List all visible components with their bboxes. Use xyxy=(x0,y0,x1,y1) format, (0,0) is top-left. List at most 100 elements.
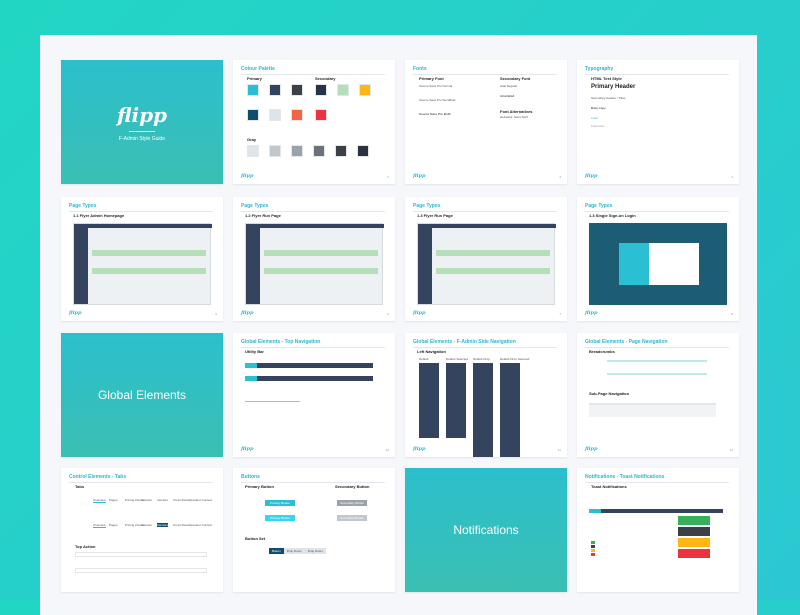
slide-title: Page Types xyxy=(69,203,213,212)
slide-title: Notifications - Toast Notifications xyxy=(585,474,729,483)
footer-logo: flipp xyxy=(585,446,598,452)
page-number: 5 xyxy=(215,312,217,316)
cover-slide[interactable]: flipp F-Admin Style Guide xyxy=(61,60,223,184)
footer-logo: flipp xyxy=(413,173,426,179)
color-swatch xyxy=(247,84,259,96)
font-sample: Arial Bold xyxy=(500,94,515,98)
primary-header-sample: Primary Header xyxy=(591,84,636,90)
tab-item[interactable]: Cross Route xyxy=(173,523,190,527)
nav-variant-label: Default Drop Selected xyxy=(500,357,530,361)
sub-page-nav-preview xyxy=(589,403,716,417)
page-screenshot xyxy=(417,223,556,305)
color-swatch xyxy=(269,109,281,121)
page-types-slide[interactable]: Page Types 1.2 Flyer Run Page flipp 6 xyxy=(233,197,395,321)
slide-title: Page Types xyxy=(585,203,729,212)
tab-item[interactable]: Variants xyxy=(141,523,152,527)
button-set-item[interactable]: Button xyxy=(269,548,284,554)
table-row-preview xyxy=(436,268,550,274)
primary-button-heading: Primary Button xyxy=(245,484,274,489)
slide-title: Colour Palette xyxy=(241,66,385,75)
secondary-button-heading: Secondary Button xyxy=(335,484,370,489)
secondary-font-heading: Secondary Font xyxy=(500,76,531,81)
subheading: HTML Text Style xyxy=(591,76,622,81)
login-screenshot xyxy=(589,223,727,305)
page-types-slide[interactable]: Page Types 1.3 Flyer Run Page flipp 7 xyxy=(405,197,567,321)
page-number: 3 xyxy=(559,175,561,179)
tab-item[interactable]: Vendors xyxy=(157,498,168,502)
table-row-preview xyxy=(92,268,206,274)
primary-button-sample[interactable]: Primary Button xyxy=(265,500,295,506)
section-title: Global Elements xyxy=(97,388,187,402)
tab-item[interactable]: Variants xyxy=(141,498,152,502)
sidebar-preview xyxy=(74,224,88,304)
buttons-slide[interactable]: Buttons Primary Button Secondary Button … xyxy=(233,468,395,592)
fonts-slide[interactable]: Fonts Primary Font Source Sans Pro Norma… xyxy=(405,60,567,184)
color-swatch xyxy=(337,84,349,96)
button-set-item[interactable]: Drop Down xyxy=(283,548,305,554)
tab-item[interactable]: Cross Route xyxy=(173,498,190,502)
toast-color-key xyxy=(591,545,595,548)
footer-logo: flipp xyxy=(413,446,426,452)
notifications-slide[interactable]: Notifications xyxy=(405,468,567,592)
cover-title: F-Admin Style Guide xyxy=(118,135,166,142)
footer-logo: flipp xyxy=(241,173,254,179)
color-swatch xyxy=(269,145,281,157)
footer-logo: flipp xyxy=(241,310,254,316)
side-nav-preview xyxy=(446,363,466,438)
font-sample: Source Sans Pro Normal xyxy=(419,84,453,88)
subheading: 1.1 Flyer Admin Homepage xyxy=(73,213,125,218)
page-number: 10 xyxy=(385,448,389,452)
utility-bar-preview xyxy=(589,509,723,513)
login-form-panel xyxy=(649,243,699,285)
page-navigation-slide[interactable]: Global Elements - Page Navigation Breadc… xyxy=(577,333,739,457)
color-swatch xyxy=(357,145,369,157)
tab-item[interactable]: Operator Content xyxy=(189,498,212,502)
color-swatch xyxy=(359,84,371,96)
table-row-preview xyxy=(264,250,378,256)
global-elements-slide[interactable]: Global Elements xyxy=(61,333,223,457)
toast-notifications-slide[interactable]: Notifications - Toast Notifications Toas… xyxy=(577,468,739,592)
slide-title: Control Elements - Tabs xyxy=(69,474,213,483)
page-screenshot xyxy=(73,223,212,305)
font-sample: Source Sans Pro SemiBold xyxy=(419,98,456,102)
nav-variant-label: Default xyxy=(419,357,429,361)
secondary-button-sample[interactable]: Secondary Button xyxy=(337,500,367,506)
tab-item[interactable]: Overview xyxy=(93,523,106,528)
slide-title: Global Elements - Top Navigation xyxy=(241,339,385,348)
tab-item[interactable]: Operator Content xyxy=(189,523,212,527)
utility-bar-preview xyxy=(245,363,373,368)
page-types-slide[interactable]: Page Types 1.3 Single Sign-on Login flipp 8 xyxy=(577,197,739,321)
toast-notification xyxy=(678,516,710,525)
subheading: Utility Bar xyxy=(245,349,264,354)
slide-title: Page Types xyxy=(241,203,385,212)
page-types-slide[interactable]: Page Types 1.1 Flyer Admin Homepage flipp 5 xyxy=(61,197,223,321)
button-set-sample: Button Drop Down Drop Down xyxy=(269,548,326,554)
body-sample: Body Copy xyxy=(591,106,606,110)
gray-heading: Gray xyxy=(247,137,257,142)
secondary-button-hover-sample[interactable]: Secondary Button xyxy=(337,515,367,521)
typography-slide[interactable]: Typography HTML Text Style Primary Heade… xyxy=(577,60,739,184)
topbar-preview xyxy=(432,224,556,228)
primary-button-hover-sample[interactable]: Primary Button xyxy=(265,515,295,521)
colour-palette-slide[interactable]: Colour Palette Primary Secondary Gray fl… xyxy=(233,60,395,184)
tab-item[interactable]: Overview xyxy=(93,498,106,503)
slide-title: Global Elements - F-Admin Side Navigatio… xyxy=(413,339,557,348)
top-action-bar xyxy=(75,552,207,557)
color-swatch xyxy=(291,145,303,157)
font-sample: Source Sans Pro Bold xyxy=(419,112,451,116)
button-set-item[interactable]: Drop Down xyxy=(304,548,326,554)
tab-item[interactable]: Pages xyxy=(109,523,118,527)
style-guide-board: flipp F-Admin Style Guide Colour Palette… xyxy=(40,35,757,615)
toast-notification xyxy=(678,538,710,547)
sub-page-nav-heading: Sub-Page Navigation xyxy=(589,391,630,396)
color-swatch xyxy=(269,84,281,96)
tabs-slide[interactable]: Control Elements - Tabs Tabs Top Action … xyxy=(61,468,223,592)
slide-title: Buttons xyxy=(241,474,385,483)
page-number: 4 xyxy=(731,175,733,179)
tab-item[interactable]: Vendors xyxy=(157,523,169,527)
slide-title: Typography xyxy=(585,66,729,75)
color-swatch xyxy=(247,145,259,157)
tab-item[interactable]: Pages xyxy=(109,498,118,502)
top-navigation-slide[interactable]: Global Elements - Top Navigation Utility… xyxy=(233,333,395,457)
side-navigation-slide[interactable]: Global Elements - F-Admin Side Navigatio… xyxy=(405,333,567,457)
